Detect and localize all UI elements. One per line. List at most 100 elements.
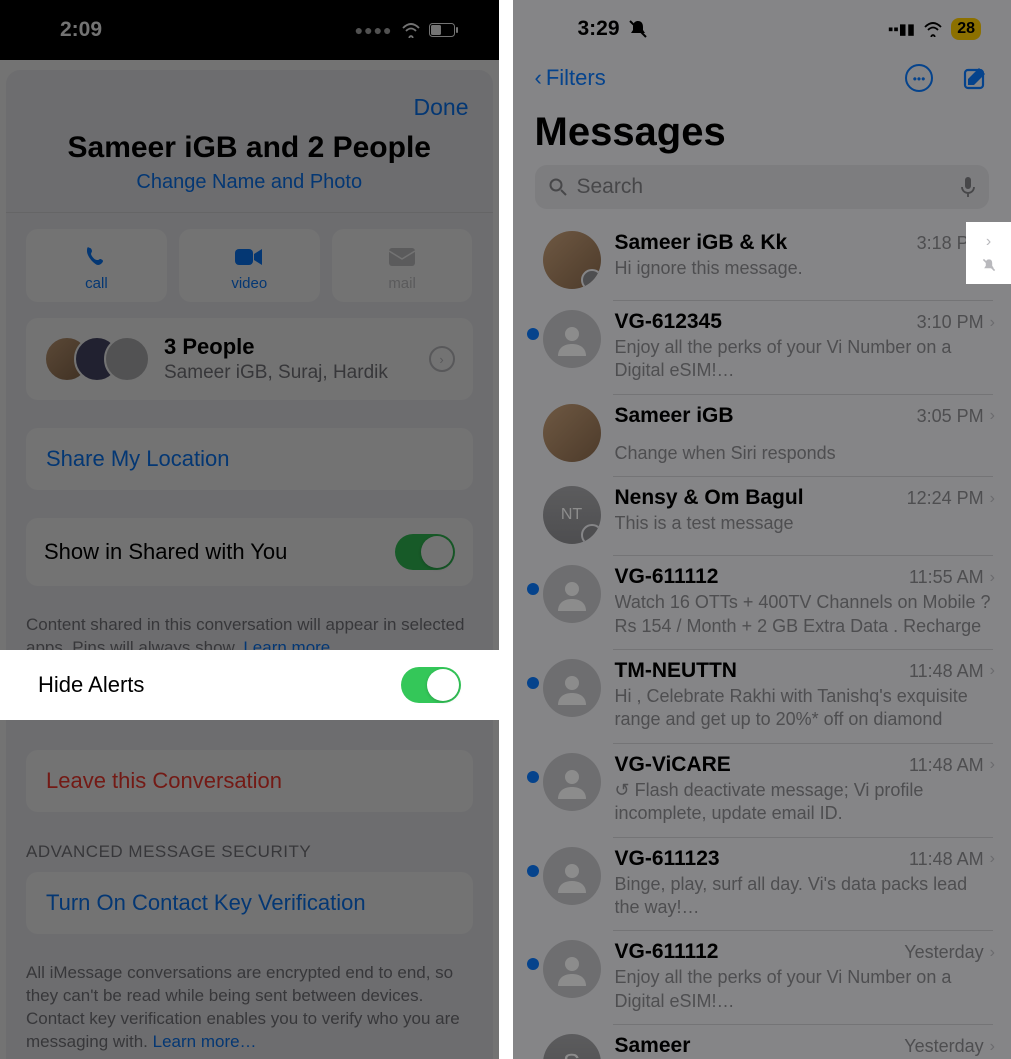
avatar xyxy=(543,404,601,462)
conversation-preview: ↺ Flash deactivate message; Vi profile i… xyxy=(615,779,996,826)
conversation-preview: Enjoy all the perks of your Vi Number on… xyxy=(615,966,996,1013)
call-label: call xyxy=(26,275,167,292)
unread-indicator xyxy=(523,486,543,504)
people-count: 3 People xyxy=(164,334,415,360)
contact-sheet: Done Sameer iGB and 2 People Change Name… xyxy=(6,70,493,1059)
ckv-footer-text: All iMessage conversations are encrypted… xyxy=(26,962,473,1054)
conversation-name: Sameer iGB & Kk xyxy=(615,231,788,255)
conversation-name: VG-611123 xyxy=(615,847,720,871)
conversation-preview: Binge, play, surf all day. Vi's data pac… xyxy=(615,873,996,920)
leave-conversation-button[interactable]: Leave this Conversation xyxy=(26,750,473,812)
conversation-row[interactable]: VG-ViCARE11:48 AM›↺ Flash deactivate mes… xyxy=(513,743,1011,837)
compose-button[interactable] xyxy=(961,64,989,92)
nav-bar: ‹Filters ••• xyxy=(513,58,1011,96)
conversation-row[interactable]: VG-61112311:48 AM›Binge, play, surf all … xyxy=(513,837,1011,931)
search-icon xyxy=(549,178,567,196)
group-avatars xyxy=(44,336,150,382)
conversation-row[interactable]: Sameer iGB & Kk3:18 PM›Hi ignore this me… xyxy=(513,221,1011,300)
back-filters-button[interactable]: ‹Filters xyxy=(535,65,606,91)
wifi-icon xyxy=(923,22,943,37)
video-icon xyxy=(179,243,320,271)
unread-indicator xyxy=(523,565,543,595)
unread-indicator xyxy=(523,310,543,340)
chevron-right-icon: › xyxy=(990,1038,995,1056)
hide-alerts-toggle[interactable] xyxy=(401,667,461,703)
bell-slash-icon xyxy=(981,257,997,273)
unread-indicator xyxy=(523,659,543,689)
conversation-row[interactable]: TM-NEUTTN11:48 AM›Hi , Celebrate Rakhi w… xyxy=(513,649,1011,743)
avatar xyxy=(543,565,601,623)
call-button[interactable]: call xyxy=(26,229,167,302)
conversation-list: Sameer iGB & Kk3:18 PM›Hi ignore this me… xyxy=(513,221,1011,1059)
conversation-row[interactable]: Sameer iGB3:05 PM›Change when Siri respo… xyxy=(513,394,1011,476)
conversation-row[interactable]: VG-61111211:55 AM›Watch 16 OTTs + 400TV … xyxy=(513,555,1011,649)
conversation-row[interactable]: SSameerYesterday›It's been a long time xyxy=(513,1024,1011,1059)
conversation-row[interactable]: NTNensy & Om Bagul12:24 PM›This is a tes… xyxy=(513,476,1011,555)
contact-key-verification-button[interactable]: Turn On Contact Key Verification xyxy=(26,872,473,934)
cell-signal-icon: ▪▪▮▮ xyxy=(888,20,915,38)
mail-button: mail xyxy=(332,229,473,302)
right-screenshot: 3:29 ▪▪▮▮ 28 ‹Filters ••• Messages Searc… xyxy=(513,0,1011,1059)
video-label: video xyxy=(179,275,320,292)
avatar: S xyxy=(543,1034,601,1059)
shared-with-you-toggle[interactable] xyxy=(395,534,455,570)
avatar xyxy=(543,231,601,289)
group-title: Sameer iGB and 2 People xyxy=(22,131,477,165)
shared-with-you-card: Show in Shared with You xyxy=(26,518,473,586)
left-screenshot: 2:09 ●●●● Done Sameer iGB and 2 People C… xyxy=(0,0,499,1059)
battery-badge: 28 xyxy=(951,18,981,40)
battery-icon xyxy=(429,23,459,37)
avatar xyxy=(543,310,601,368)
messages-title: Messages xyxy=(513,96,1011,165)
chevron-right-icon: › xyxy=(990,850,995,868)
phone-icon xyxy=(26,243,167,271)
unread-indicator xyxy=(523,940,543,970)
conversation-preview: Watch 16 OTTs + 400TV Channels on Mobile… xyxy=(615,591,996,638)
chevron-left-icon: ‹ xyxy=(535,65,542,91)
conversation-time: 3:05 PM xyxy=(917,406,984,427)
change-name-photo-link[interactable]: Change Name and Photo xyxy=(22,171,477,194)
bell-slash-icon xyxy=(628,19,648,39)
conversation-time: 3:10 PM xyxy=(917,312,984,333)
more-circle-button[interactable]: ••• xyxy=(905,64,933,92)
conversation-preview: Change when Siri responds xyxy=(615,442,996,465)
unread-indicator xyxy=(523,753,543,783)
avatar xyxy=(543,847,601,905)
wifi-icon xyxy=(401,23,421,38)
conversation-name: VG-611112 xyxy=(615,565,719,589)
chevron-right-icon: › xyxy=(990,662,995,680)
status-bar: 3:29 ▪▪▮▮ 28 xyxy=(513,0,1011,58)
people-card[interactable]: 3 People Sameer iGB, Suraj, Hardik › xyxy=(26,318,473,400)
learn-more-link[interactable]: Learn more… xyxy=(153,1032,257,1051)
chevron-right-icon: › xyxy=(990,407,995,425)
cell-dots: ●●●● xyxy=(355,22,393,38)
chevron-right-icon: › xyxy=(990,490,995,508)
video-button[interactable]: video xyxy=(179,229,320,302)
status-bar: 2:09 ●●●● xyxy=(0,0,499,60)
conversation-preview: Hi ignore this message. xyxy=(615,257,996,280)
mail-icon xyxy=(332,243,473,271)
people-names: Sameer iGB, Suraj, Hardik xyxy=(164,362,415,384)
conversation-row[interactable]: VG-6123453:10 PM›Enjoy all the perks of … xyxy=(513,300,1011,394)
shared-with-you-label: Show in Shared with You xyxy=(44,539,287,565)
conversation-preview: This is a test message xyxy=(615,512,996,535)
chevron-right-icon: › xyxy=(986,233,991,251)
conversation-time: Yesterday xyxy=(904,1036,983,1057)
search-field[interactable]: Search xyxy=(535,165,990,209)
unread-indicator xyxy=(523,847,543,877)
conversation-preview: Enjoy all the perks of your Vi Number on… xyxy=(615,336,996,383)
conversation-name: VG-612345 xyxy=(615,310,722,334)
muted-indicator-highlight: › xyxy=(966,222,1011,284)
avatar xyxy=(543,659,601,717)
done-button[interactable]: Done xyxy=(414,94,469,121)
conversation-row[interactable]: VG-611112Yesterday›Enjoy all the perks o… xyxy=(513,930,1011,1024)
conversation-time: Yesterday xyxy=(904,942,983,963)
share-location-button[interactable]: Share My Location xyxy=(26,428,473,490)
mail-label: mail xyxy=(332,275,473,292)
unread-indicator xyxy=(523,1034,543,1052)
unread-indicator xyxy=(523,404,543,422)
avatar xyxy=(543,940,601,998)
clock: 3:29 xyxy=(578,17,620,41)
conversation-name: VG-ViCARE xyxy=(615,753,731,777)
chevron-right-icon: › xyxy=(990,944,995,962)
